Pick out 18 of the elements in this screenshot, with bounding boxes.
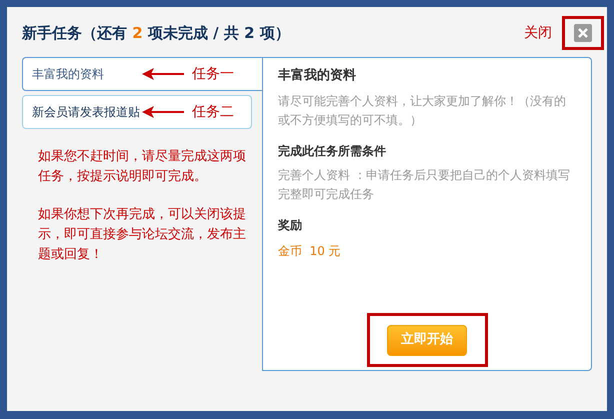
annotation-label: 任务一 xyxy=(192,64,234,84)
conditions-text: 完善个人资料 ：申请任务后只要把自己的个人资料填写完整即可完成任务 xyxy=(278,166,571,202)
description-text: 请尽可能完善个人资料，让大家更加了解你！（没有的或不方便填写的可不填。） xyxy=(278,92,567,128)
close-button[interactable] xyxy=(574,24,592,42)
task-tab[interactable]: 新会员请发表报道贴 任务二 xyxy=(22,95,252,129)
detail-title: 丰富我的资料 xyxy=(278,66,357,85)
close-icon xyxy=(578,28,588,38)
section-heading: 奖励 xyxy=(278,216,303,234)
arrow-icon xyxy=(142,68,184,80)
section-heading: 完成此任务所需条件 xyxy=(278,142,387,160)
reward-text: 金币 10 元 xyxy=(278,242,342,260)
close-link[interactable]: 关闭 xyxy=(524,22,552,44)
task-tab[interactable]: 丰富我的资料 任务一 xyxy=(22,57,262,91)
hint-text: 如果你想下次再完成，可以关闭该提示，即可直接参与论坛交流，发布主题或回复！ xyxy=(38,206,246,264)
hint-text: 如果您不赶时间，请尽量完成这两项任务，按提示说明即可完成。 xyxy=(38,148,246,186)
arrow-icon xyxy=(142,106,184,118)
annotation-label: 任务二 xyxy=(192,102,234,122)
dialog-title: 新手任务（还有 2 项未完成 / 共 2 项） xyxy=(22,22,290,44)
